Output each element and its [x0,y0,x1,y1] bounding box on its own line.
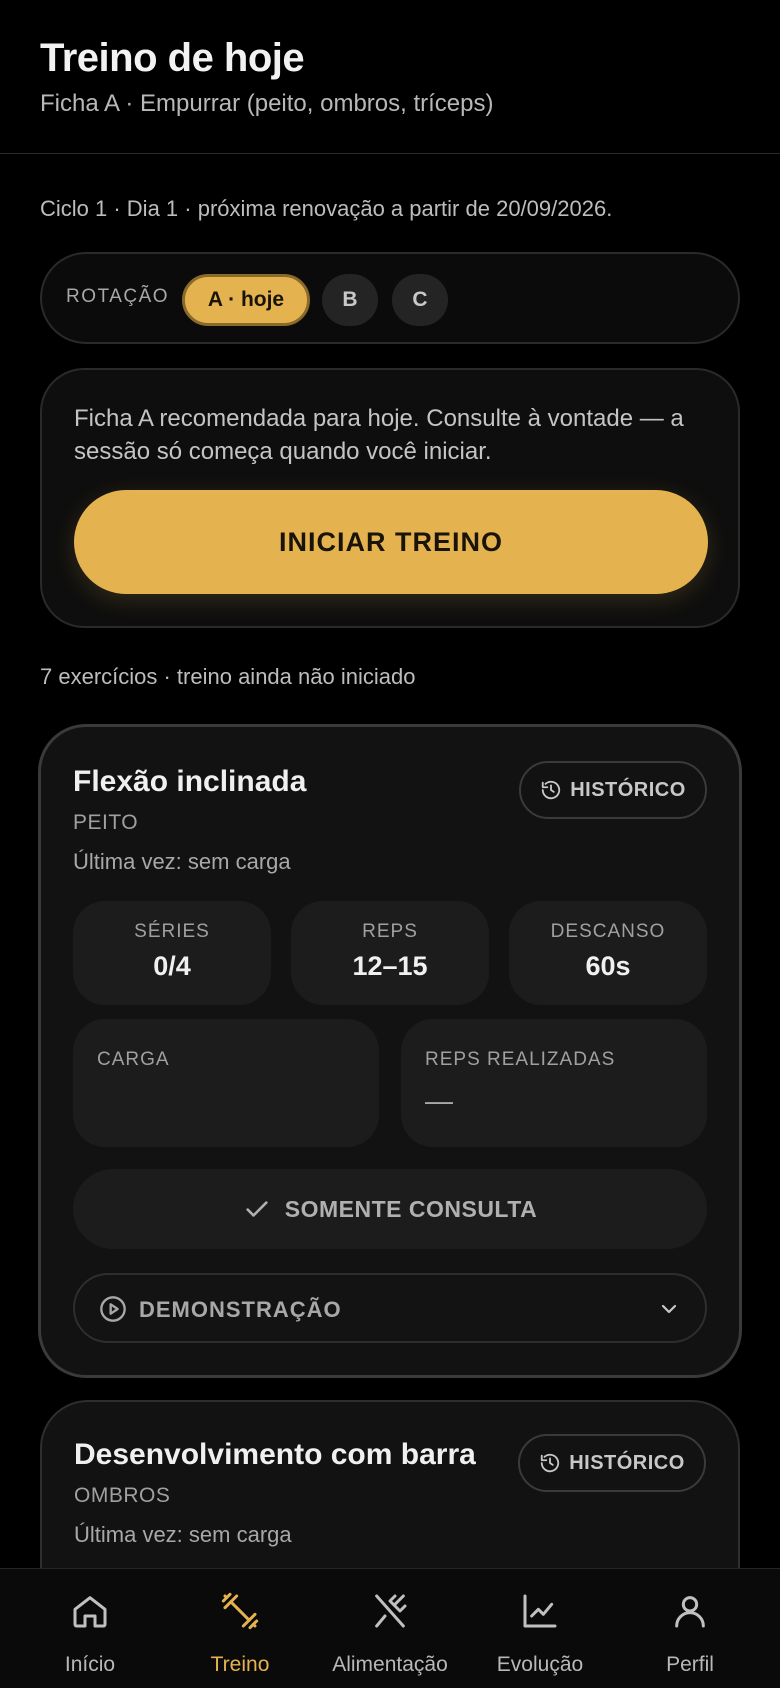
rotation-selector: ROTAÇÃO A · hoje B C [40,252,740,344]
load-label: CARGA [97,1049,170,1070]
user-icon [675,1596,705,1628]
recommendation-text: Ficha A recomendada para hoje. Consulte … [74,405,684,465]
workout-status: 7 exercícios · treino ainda não iniciado [40,664,416,689]
nav-item-alimentacao[interactable]: Alimentação [312,1569,468,1688]
history-label: HISTÓRICO [569,1451,685,1474]
nav-label: Treino [210,1653,270,1676]
reps-done-field[interactable]: REPS REALIZADAS — [401,1019,707,1147]
rotation-label: ROTAÇÃO [66,286,170,307]
nav-label: Perfil [666,1653,714,1676]
demonstration-toggle[interactable]: DEMONSTRAÇÃO [73,1273,707,1343]
history-button[interactable]: HISTÓRICO [519,761,707,819]
nav-label: Evolução [496,1653,584,1676]
stat-value: 12–15 [352,951,428,981]
last-session: Última vez: sem carga [74,1522,292,1547]
chart-icon [523,1594,557,1628]
page-title: Treino de hoje [40,36,305,80]
stat-sets: SÉRIES 0/4 [73,901,271,1005]
play-circle-icon [100,1296,126,1322]
start-workout-button[interactable]: INICIAR TREINO [74,490,708,594]
page-subtitle: Ficha A · Empurrar (peito, ombros, tríce… [40,90,494,117]
rotation-chip-b[interactable]: B [322,274,378,326]
rotation-chip-a[interactable]: A · hoje [182,274,310,326]
exercise-card: Flexão inclinada PEITO Última vez: sem c… [38,724,742,1378]
history-label: HISTÓRICO [570,778,686,801]
nav-item-evolucao[interactable]: Evolução [462,1569,618,1688]
chevron-down-icon [661,1304,677,1314]
nav-label: Alimentação [332,1653,448,1676]
page-header: Treino de hoje Ficha A · Empurrar (peito… [0,0,780,154]
utensils-icon [375,1594,407,1628]
dumbbell-icon [221,1592,259,1630]
history-button[interactable]: HISTÓRICO [518,1434,706,1492]
stat-rest: DESCANSO 60s [509,901,707,1005]
stat-label: SÉRIES [134,921,210,942]
last-session: Última vez: sem carga [73,849,291,874]
demonstration-label: DEMONSTRAÇÃO [139,1297,342,1322]
stat-value: 60s [585,951,631,981]
muscle-group: OMBROS [74,1484,171,1507]
history-icon [541,1453,560,1473]
nav-item-perfil[interactable]: Perfil [612,1569,768,1688]
reps-done-value: — [425,1085,453,1116]
reps-done-label: REPS REALIZADAS [425,1049,616,1070]
nav-label: Início [64,1653,116,1676]
muscle-group: PEITO [73,811,139,834]
home-icon [73,1596,107,1628]
stat-label: REPS [362,921,418,942]
bottom-navigation: Início Treino Alimentação Evolução Perfi… [0,1568,780,1688]
consult-label: SOMENTE CONSULTA [284,1195,538,1222]
exercise-name: Flexão inclinada [73,765,307,798]
stat-reps: REPS 12–15 [291,901,489,1005]
stat-value: 0/4 [153,951,191,981]
nav-item-inicio[interactable]: Início [12,1569,168,1688]
start-workout-card: Ficha A recomendada para hoje. Consulte … [40,368,740,628]
stat-label: DESCANSO [550,921,666,942]
check-icon [246,1201,268,1217]
cycle-info: Ciclo 1 · Dia 1 · próxima renovação a pa… [40,196,613,221]
history-icon [542,780,561,800]
load-field[interactable]: CARGA [73,1019,379,1147]
consult-only-button[interactable]: SOMENTE CONSULTA [73,1169,707,1249]
exercise-name: Desenvolvimento com barra [74,1438,476,1471]
nav-item-treino[interactable]: Treino [162,1569,318,1688]
rotation-chip-c[interactable]: C [392,274,448,326]
